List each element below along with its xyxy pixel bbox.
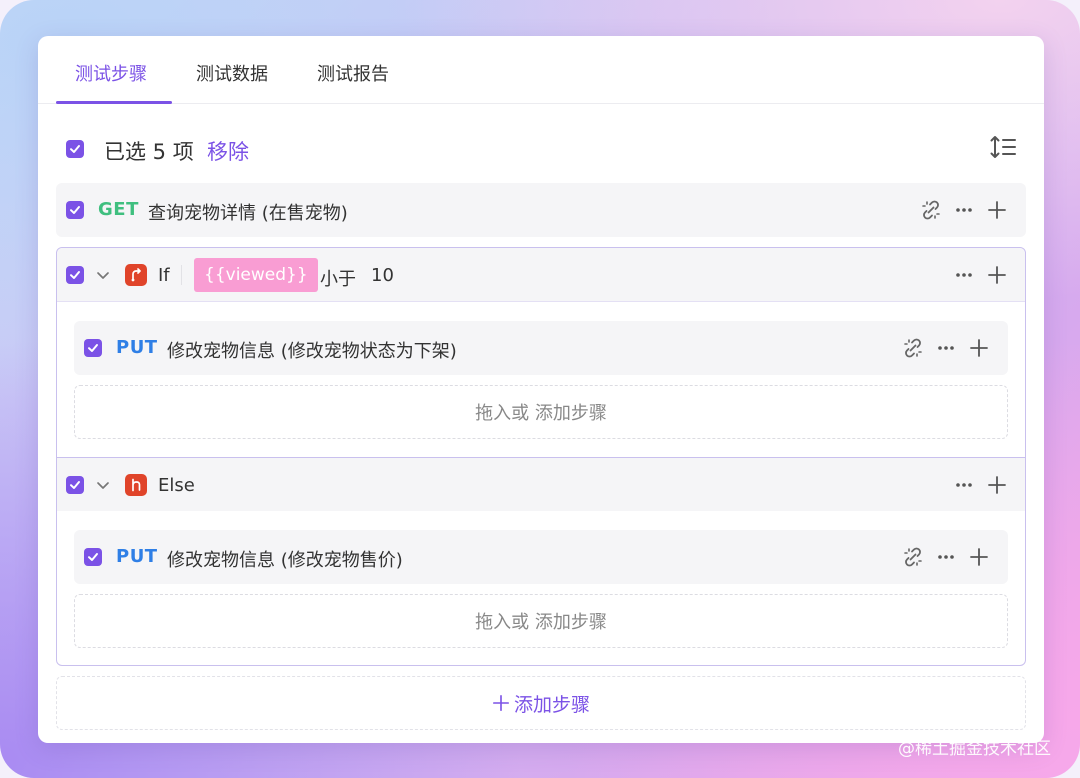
more-icon[interactable]: [952, 473, 976, 497]
step-name: 修改宠物信息 (修改宠物状态为下架): [167, 341, 457, 362]
if-label: If: [158, 265, 170, 286]
http-method-badge: GET: [98, 199, 139, 220]
step-row-get[interactable]: GET 查询宠物详情 (在售宠物): [56, 183, 1026, 237]
if-branch-header[interactable]: If {{viewed}} 小于 10: [57, 248, 1025, 302]
selection-bar: 已选 5 项 移除: [38, 104, 1044, 182]
plus-icon[interactable]: [985, 198, 1009, 222]
http-method-badge: PUT: [116, 337, 158, 358]
unlink-icon[interactable]: [901, 545, 925, 569]
branch-else-icon: [125, 474, 147, 496]
tab-test-steps[interactable]: 测试步骤: [75, 60, 147, 86]
add-step-label: 添加步骤: [513, 693, 590, 716]
if-step-dropzone[interactable]: 拖入或 添加步骤: [74, 385, 1008, 439]
step-checkbox[interactable]: [84, 548, 102, 566]
plus-icon[interactable]: [967, 545, 991, 569]
check-icon: [88, 553, 98, 561]
plus-icon: [492, 694, 509, 712]
condition-operator[interactable]: 小于: [320, 265, 356, 291]
check-icon: [88, 344, 98, 352]
tab-bar: 测试步骤 测试数据 测试报告: [38, 36, 1044, 104]
step-name: 修改宠物信息 (修改宠物售价): [167, 550, 403, 571]
select-all-checkbox[interactable]: [66, 140, 84, 158]
chevron-down-icon[interactable]: [94, 476, 112, 494]
else-step-dropzone[interactable]: 拖入或 添加步骤: [74, 594, 1008, 648]
else-branch-header[interactable]: Else: [57, 457, 1025, 511]
selection-count: 已选 5 项: [104, 140, 194, 164]
check-icon: [70, 481, 80, 489]
more-icon[interactable]: [952, 263, 976, 287]
watermark: @稀土掘金技术社区: [898, 739, 1051, 759]
line-height-icon[interactable]: [988, 134, 1018, 160]
plus-icon[interactable]: [985, 473, 1009, 497]
if-checkbox[interactable]: [66, 266, 84, 284]
test-steps-panel: 测试步骤 测试数据 测试报告 已选 5 项 移除 GET 查询宠物详情 (在售宠…: [38, 36, 1044, 743]
step-name: 查询宠物详情 (在售宠物): [148, 203, 348, 224]
tab-test-report[interactable]: 测试报告: [317, 60, 389, 86]
branch-if-icon: [125, 264, 147, 286]
variable-chip[interactable]: {{viewed}}: [194, 258, 318, 292]
unlink-icon[interactable]: [919, 198, 943, 222]
more-icon[interactable]: [934, 336, 958, 360]
more-icon[interactable]: [952, 198, 976, 222]
more-icon[interactable]: [934, 545, 958, 569]
plus-icon[interactable]: [985, 263, 1009, 287]
check-icon: [70, 206, 80, 214]
step-row-put[interactable]: PUT 修改宠物信息 (修改宠物售价): [74, 530, 1008, 584]
tab-test-data[interactable]: 测试数据: [196, 60, 268, 86]
add-step-button[interactable]: 添加步骤: [56, 676, 1026, 730]
plus-icon[interactable]: [967, 336, 991, 360]
condition-group: If {{viewed}} 小于 10 PUT 修改宠物信息 (修改宠物状态为下…: [56, 247, 1026, 666]
else-label: Else: [158, 475, 195, 496]
chevron-down-icon[interactable]: [94, 266, 112, 284]
condition-value[interactable]: 10: [371, 265, 394, 286]
check-icon: [70, 145, 80, 153]
check-icon: [70, 271, 80, 279]
step-checkbox[interactable]: [84, 339, 102, 357]
unlink-icon[interactable]: [901, 336, 925, 360]
else-checkbox[interactable]: [66, 476, 84, 494]
remove-selected-button[interactable]: 移除: [207, 136, 249, 166]
http-method-badge: PUT: [116, 546, 158, 567]
step-checkbox[interactable]: [66, 201, 84, 219]
step-row-put[interactable]: PUT 修改宠物信息 (修改宠物状态为下架): [74, 321, 1008, 375]
divider: [181, 265, 182, 285]
